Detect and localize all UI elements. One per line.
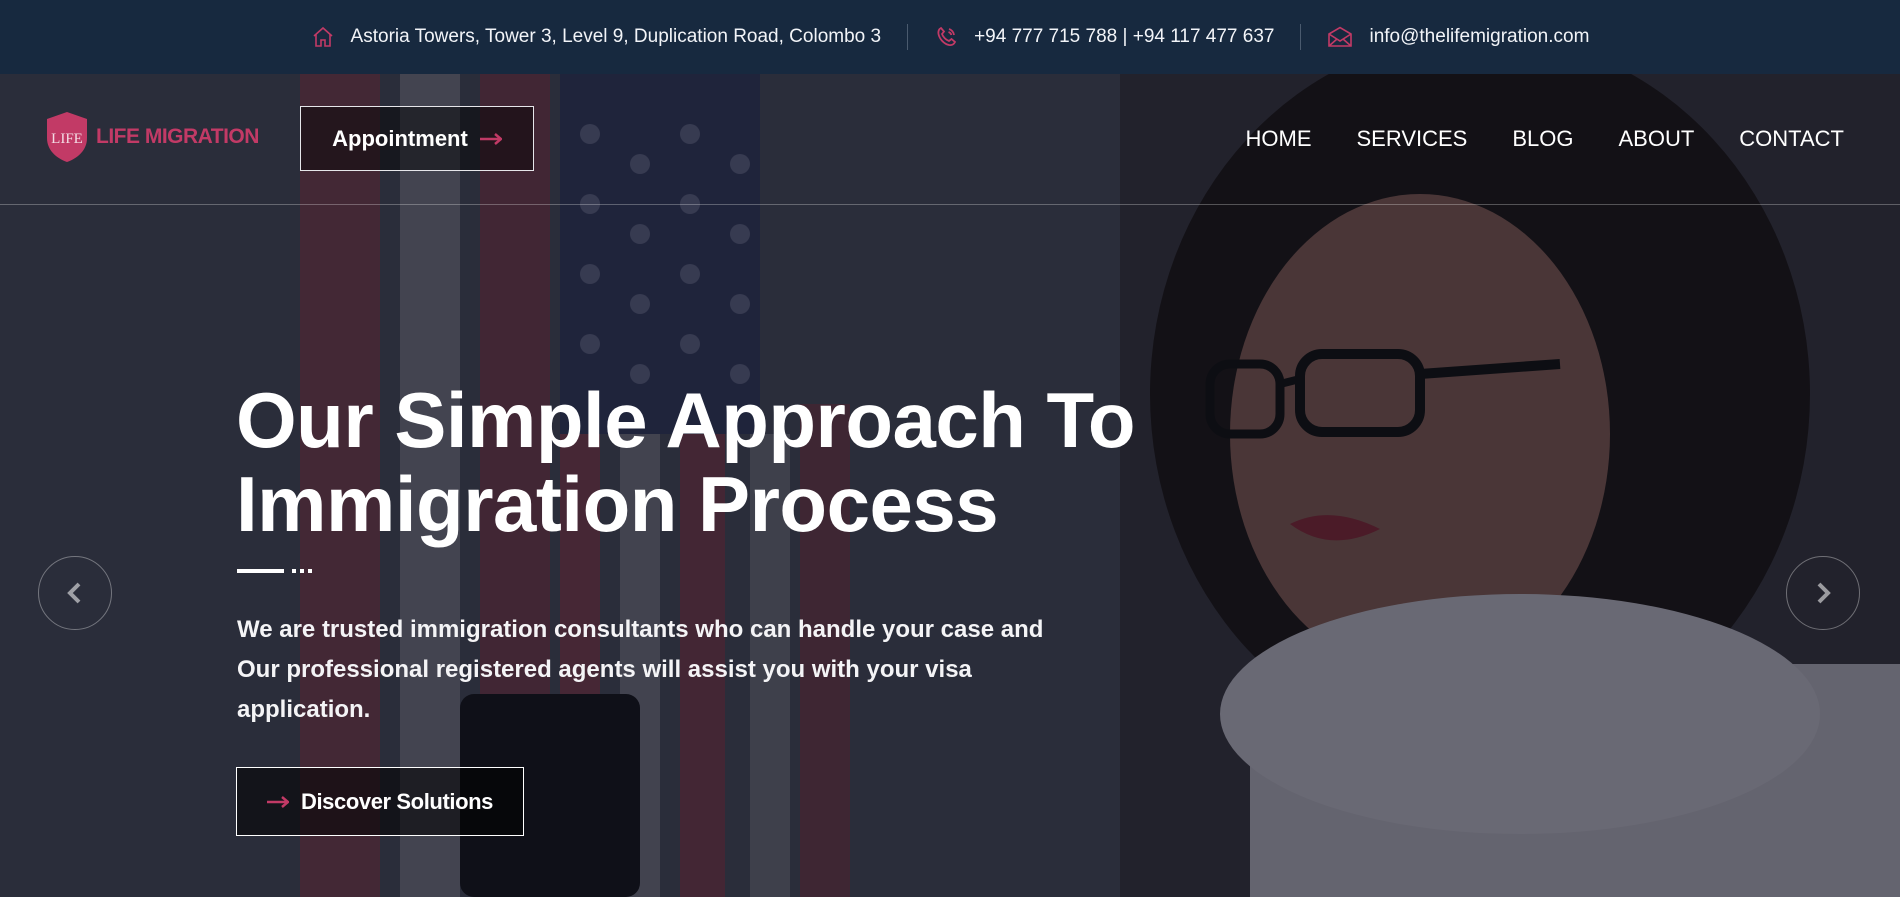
logo-text: LIFE MIGRATION [96, 125, 259, 148]
divider-bar [237, 569, 284, 573]
divider-dot [292, 569, 296, 573]
divider-dot [300, 569, 304, 573]
headline-divider [237, 569, 312, 573]
mail-icon [1328, 26, 1353, 47]
nav-services[interactable]: SERVICES [1357, 126, 1468, 152]
slider-prev-button[interactable] [38, 556, 112, 630]
shield-logo-icon: LIFE [47, 112, 87, 162]
svg-text:LIFE: LIFE [51, 131, 83, 147]
hero-headline: Our Simple Approach To Immigration Proce… [236, 378, 1136, 546]
home-icon [313, 26, 333, 47]
chevron-left-icon [67, 582, 81, 604]
nav-blog[interactable]: BLOG [1512, 126, 1573, 152]
nav-contact[interactable]: CONTACT [1739, 126, 1844, 152]
arrow-right-icon [479, 132, 502, 145]
address-text: Astoria Towers, Tower 3, Level 9, Duplic… [350, 26, 882, 47]
phone-icon [937, 26, 957, 46]
appointment-label: Appointment [332, 125, 468, 151]
site-header: LIFE LIFE MIGRATION Appointment HOME SER… [0, 74, 1900, 205]
site-logo[interactable]: LIFE LIFE MIGRATION [44, 110, 259, 164]
slider-next-button[interactable] [1786, 556, 1860, 630]
hero-headline-line1: Our Simple Approach To [236, 376, 1136, 464]
divider-dot [308, 569, 312, 573]
discover-solutions-button[interactable]: Discover Solutions [236, 767, 524, 836]
main-nav: HOME SERVICES BLOG ABOUT CONTACT [1201, 126, 1845, 152]
separator [907, 24, 909, 50]
nav-home[interactable]: HOME [1246, 126, 1312, 152]
nav-about[interactable]: ABOUT [1619, 126, 1695, 152]
top-info-bar: Astoria Towers, Tower 3, Level 9, Duplic… [0, 0, 1900, 74]
hero-lead-text: We are trusted immigration consultants w… [237, 616, 1044, 723]
separator [1300, 24, 1302, 50]
email-item[interactable]: info@thelifemigration.com [1327, 26, 1589, 48]
arrow-right-icon [266, 795, 289, 808]
appointment-button[interactable]: Appointment [300, 106, 534, 171]
cta-label: Discover Solutions [300, 788, 494, 814]
hero-headline-line2: Immigration Process [236, 460, 999, 548]
chevron-right-icon [1817, 582, 1831, 604]
email-text: info@thelifemigration.com [1369, 26, 1590, 47]
phone-text: +94 777 715 788 | +94 117 477 637 [974, 26, 1275, 47]
phone-item[interactable]: +94 777 715 788 | +94 117 477 637 [934, 25, 1274, 49]
address-item: Astoria Towers, Tower 3, Level 9, Duplic… [311, 25, 882, 49]
